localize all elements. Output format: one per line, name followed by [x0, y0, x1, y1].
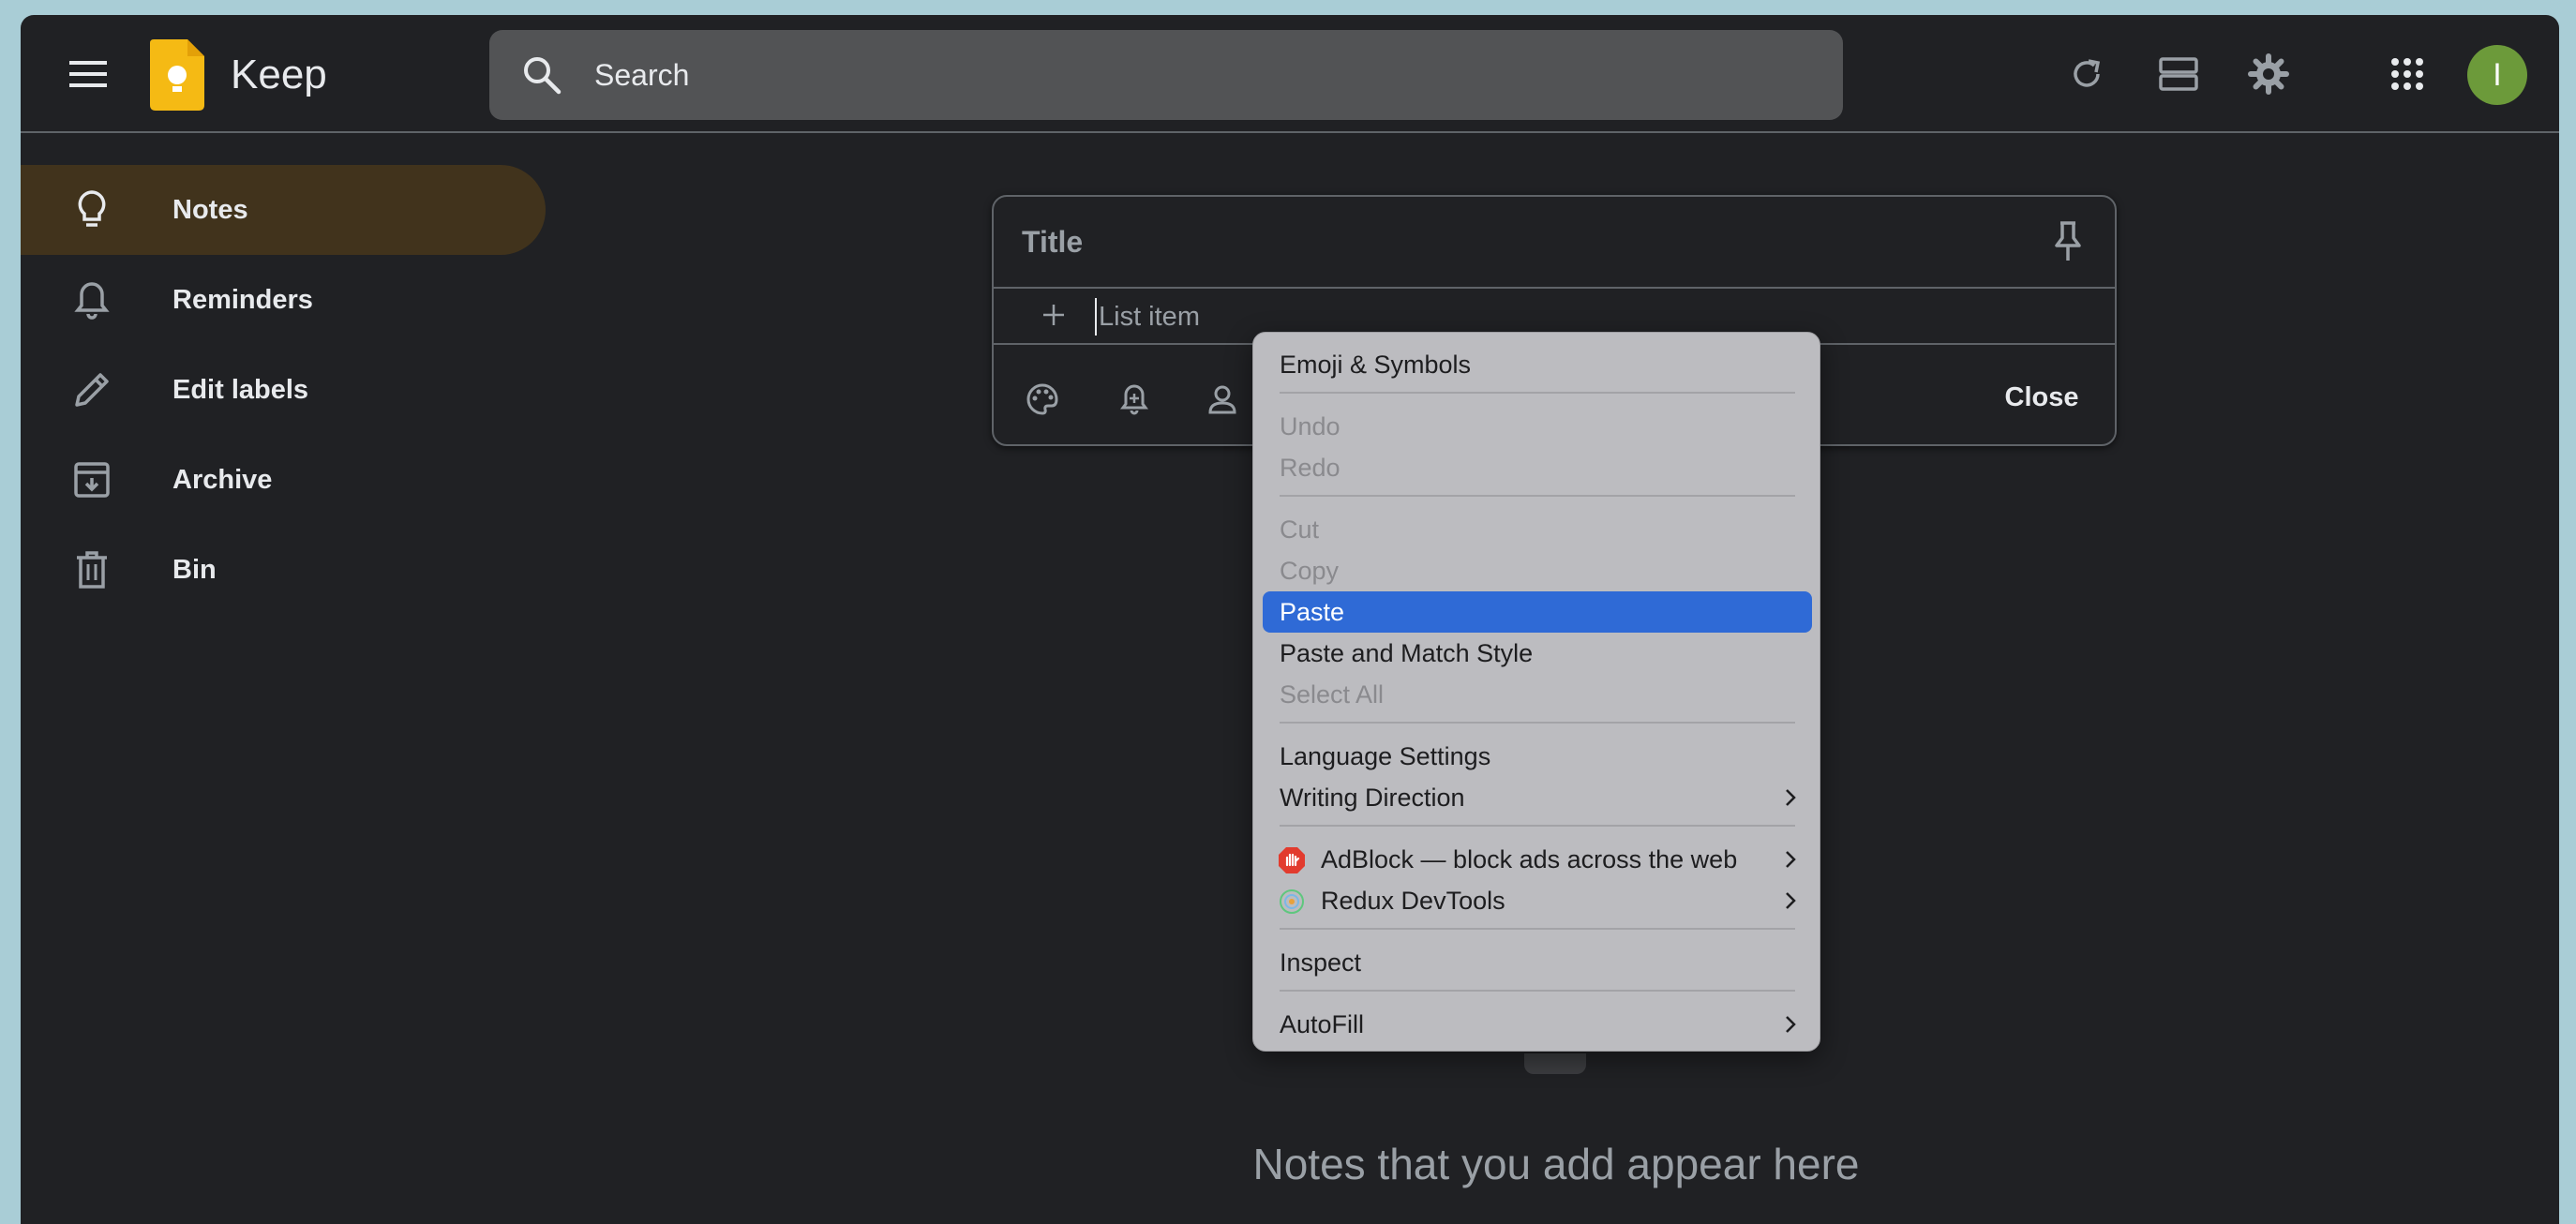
menu-item-cut[interactable]: Cut [1263, 509, 1812, 550]
list-view-button[interactable] [2141, 37, 2216, 112]
chevron-right-icon [1786, 1016, 1796, 1033]
adblock-icon [1279, 847, 1305, 873]
menu-item-writing-direction[interactable]: Writing Direction [1263, 777, 1812, 818]
menu-item-label: Language Settings [1280, 742, 1491, 770]
sidebar-item-reminders[interactable]: Reminders [21, 255, 546, 345]
note-title-input[interactable]: Title [1022, 216, 1959, 268]
menu-item-label: Paste [1280, 598, 1345, 626]
sidebar-item-label: Edit labels [172, 374, 309, 405]
search-input[interactable] [594, 47, 1813, 103]
menu-item-label: Redux DevTools [1321, 887, 1505, 915]
menu-item-select-all[interactable]: Select All [1263, 674, 1812, 715]
chevron-right-icon [1786, 789, 1796, 806]
menu-item-copy[interactable]: Copy [1263, 550, 1812, 591]
menu-separator [1280, 990, 1795, 992]
app-name: Keep [231, 52, 327, 97]
empty-state-message: Notes that you add appear here [1252, 1140, 1860, 1188]
app-header: Keep Search I [21, 15, 2559, 133]
list-view-icon [2159, 57, 2198, 91]
pin-icon[interactable] [2040, 214, 2096, 270]
menu-item-label: Redo [1280, 454, 1340, 482]
refresh-button[interactable] [2049, 37, 2124, 112]
trash-icon [77, 551, 107, 589]
empty-state-bulb-base [1524, 1053, 1586, 1074]
menu-separator [1280, 495, 1795, 497]
sidebar-item-label: Reminders [172, 284, 313, 315]
sidebar-item-archive[interactable]: Archive [21, 435, 546, 525]
browser-window: Keep Search I Notes Reminders Edit label… [21, 15, 2559, 1224]
menu-item-adblock[interactable]: AdBlock — block ads across the web [1263, 839, 1812, 880]
search-icon[interactable] [521, 54, 562, 96]
hamburger-icon [69, 61, 107, 87]
remind-me-icon[interactable] [1116, 381, 1153, 418]
gear-icon [2248, 53, 2289, 95]
collaborator-icon[interactable] [1206, 381, 1243, 418]
menu-item-inspect[interactable]: Inspect [1263, 942, 1812, 983]
pencil-icon [75, 373, 109, 407]
menu-item-undo[interactable]: Undo [1263, 406, 1812, 447]
google-apps-button[interactable] [2370, 37, 2445, 112]
menu-item-redo[interactable]: Redo [1263, 447, 1812, 488]
sidebar-item-label: Archive [172, 464, 273, 495]
menu-item-label: AutoFill [1280, 1010, 1365, 1038]
menu-item-label: Cut [1280, 515, 1320, 544]
menu-item-label: Inspect [1280, 948, 1362, 977]
redux-devtools-icon [1280, 889, 1304, 914]
menu-item-label: Writing Direction [1280, 784, 1465, 812]
sidebar-item-label: Notes [172, 194, 248, 225]
settings-button[interactable] [2231, 37, 2306, 112]
menu-item-paste-match-style[interactable]: Paste and Match Style [1263, 633, 1812, 674]
sidebar-item-bin[interactable]: Bin [21, 525, 546, 615]
sidebar-item-edit-labels[interactable]: Edit labels [21, 345, 546, 435]
apps-grid-icon [2391, 58, 2423, 90]
account-avatar[interactable]: I [2467, 45, 2527, 105]
menu-separator [1280, 825, 1795, 827]
chevron-right-icon [1786, 892, 1796, 909]
menu-item-label: Undo [1280, 412, 1340, 440]
palette-icon[interactable] [1024, 381, 1061, 418]
lightbulb-icon [78, 190, 106, 227]
context-menu: Emoji & Symbols Undo Redo Cut Copy Paste… [1252, 332, 1820, 1052]
menu-item-language-settings[interactable]: Language Settings [1263, 736, 1812, 777]
archive-icon [74, 462, 110, 498]
menu-separator [1280, 928, 1795, 930]
menu-separator [1280, 722, 1795, 724]
sidebar-item-notes[interactable]: Notes [21, 165, 546, 255]
plus-icon [1043, 305, 1064, 325]
keep-logo-icon [150, 39, 204, 111]
chevron-right-icon [1786, 851, 1796, 868]
menu-item-paste[interactable]: Paste [1263, 591, 1812, 633]
menu-item-label: Copy [1280, 557, 1340, 585]
main-menu-button[interactable] [51, 37, 126, 112]
list-item-input[interactable]: List item [1095, 298, 1200, 336]
menu-separator [1280, 392, 1795, 394]
menu-item-label: Paste and Match Style [1280, 639, 1534, 667]
menu-item-label: Emoji & Symbols [1280, 351, 1472, 379]
refresh-icon [2074, 59, 2101, 87]
menu-item-emoji-symbols[interactable]: Emoji & Symbols [1263, 344, 1812, 385]
bell-icon [74, 282, 110, 320]
search-bar[interactable] [489, 30, 1843, 120]
menu-item-label: Select All [1280, 680, 1385, 709]
menu-item-label: AdBlock — block ads across the web [1321, 845, 1738, 873]
menu-item-redux-devtools[interactable]: Redux DevTools [1263, 880, 1812, 921]
close-note-button[interactable]: Close [1987, 369, 2096, 425]
menu-item-autofill[interactable]: AutoFill [1263, 1004, 1812, 1045]
sidebar-item-label: Bin [172, 554, 217, 585]
